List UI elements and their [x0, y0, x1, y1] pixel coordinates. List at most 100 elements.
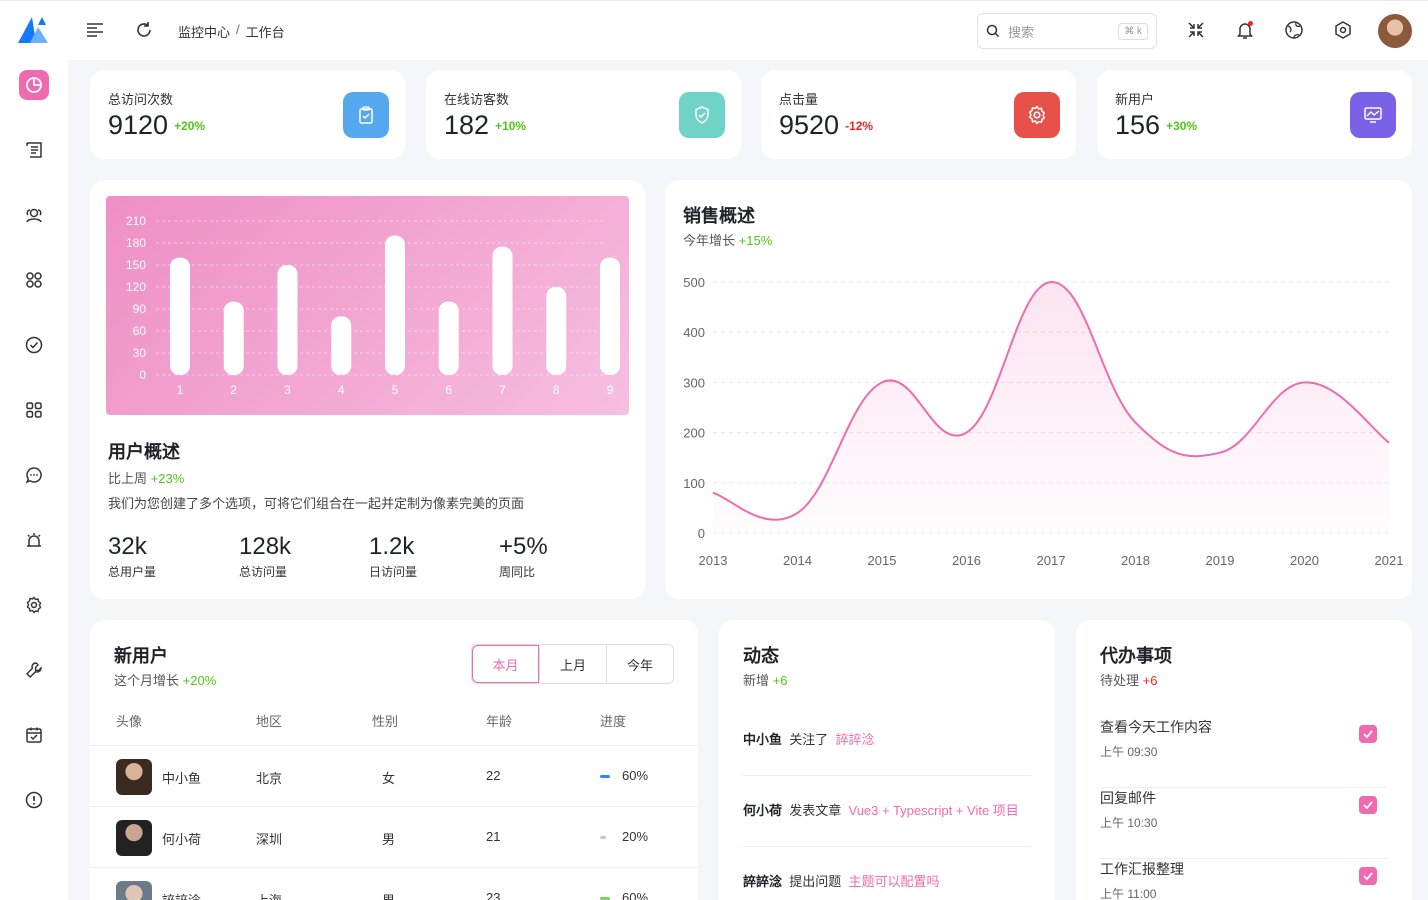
stat-value: 156 +30% [1115, 110, 1198, 140]
document-list-icon [26, 142, 42, 158]
sidebar-item-components[interactable] [19, 265, 49, 295]
y-tick-label: 0 [698, 526, 705, 541]
y-tick-label: 180 [126, 236, 146, 250]
stat-label: 新用户 [1115, 92, 1155, 107]
progress-bar [600, 775, 610, 778]
x-tick-label: 1 [177, 383, 184, 397]
todo-checkbox[interactable] [1359, 796, 1377, 814]
sidebar-item-alerts[interactable] [19, 525, 49, 555]
x-tick-label: 2021 [1375, 553, 1404, 568]
todo-checkbox[interactable] [1359, 725, 1377, 743]
bar [546, 287, 567, 375]
stat-value: 9120 +20% [108, 110, 206, 140]
table-row[interactable]: 何小荷 深圳 男 21 20% [90, 806, 698, 867]
stat-card-total-visits: 总访问次数 9120 +20% [90, 70, 405, 159]
user-region: 深圳 [256, 832, 283, 847]
bar [600, 257, 620, 375]
top-bar: 监控中心 / 工作台 搜索 ⌘ k [0, 0, 1428, 60]
search-icon [986, 24, 1000, 38]
search-box[interactable]: 搜索 ⌘ k [977, 13, 1157, 49]
new-users-card: 新用户 这个月增长 +20% 本月 上月 今年 头像 地区 性别 年龄 进度 中… [90, 620, 698, 900]
sidebar-item-settings[interactable] [19, 590, 49, 620]
todo-item-title: 工作汇报整理 [1100, 861, 1184, 877]
app-logo[interactable] [16, 15, 52, 45]
fullscreen-icon[interactable] [1185, 19, 1207, 41]
y-tick-label: 60 [133, 324, 147, 338]
table-row[interactable]: 中小鱼 北京 女 22 60% [90, 745, 698, 806]
activity-item[interactable]: 誶誶淰 提出问题 主题可以配置吗 [743, 871, 1031, 900]
column-header-avatar: 头像 [116, 714, 143, 729]
avatar [116, 759, 152, 795]
menu-toggle-icon[interactable] [84, 19, 106, 41]
bar [277, 265, 298, 375]
activity-item[interactable]: 中小鱼 关注了 誶誶淰 [743, 729, 1031, 776]
chat-bubble-icon [25, 467, 42, 484]
user-avatar[interactable] [1378, 14, 1412, 48]
settings-hexagon-icon[interactable] [1332, 19, 1354, 41]
user-name: 何小荷 [162, 832, 202, 847]
column-header-progress: 进度 [600, 714, 627, 729]
sidebar-item-articles[interactable] [19, 135, 49, 165]
sidebar-item-dashboard[interactable] [19, 70, 49, 100]
user-age: 22 [486, 768, 501, 783]
x-tick-label: 4 [338, 383, 345, 397]
y-tick-label: 0 [139, 368, 146, 382]
x-tick-label: 2016 [952, 553, 981, 568]
breadcrumb-item-monitor[interactable]: 监控中心 [178, 22, 230, 41]
sidebar-item-tools[interactable] [19, 655, 49, 685]
sidebar-item-calendar[interactable] [19, 720, 49, 750]
user-stat-total-users: 32k 总用户量 [108, 533, 157, 579]
column-header-gender: 性别 [372, 714, 399, 729]
breadcrumb-item-workbench: 工作台 [245, 25, 285, 40]
alarm-icon [27, 533, 41, 547]
check-icon [1363, 730, 1373, 739]
y-tick-label: 500 [683, 275, 705, 290]
y-tick-label: 400 [683, 325, 705, 340]
stat-delta: -12% [845, 119, 874, 133]
sidebar-item-tasks[interactable] [19, 330, 49, 360]
todo-checkbox[interactable] [1359, 867, 1377, 885]
gear-icon [26, 596, 42, 614]
sidebar-item-messages[interactable] [19, 460, 49, 490]
user-name: 中小鱼 [162, 771, 202, 786]
y-tick-label: 150 [126, 258, 146, 272]
tab-this-month[interactable]: 本月 [472, 645, 539, 683]
monitor-icon [1350, 92, 1396, 138]
avatar [116, 820, 152, 856]
x-tick-label: 8 [553, 383, 560, 397]
bar [170, 257, 190, 375]
y-tick-label: 200 [683, 426, 705, 441]
stat-value: 182 +10% [444, 110, 527, 140]
x-tick-label: 2015 [868, 553, 897, 568]
clipboard-check-icon [343, 92, 389, 138]
activity-item[interactable]: 何小荷 发表文章 Vue3 + Typescript + Vite 项目 [743, 800, 1031, 847]
sidebar-item-users[interactable] [19, 200, 49, 230]
stat-label: 在线访客数 [444, 92, 510, 107]
user-gender: 男 [382, 832, 396, 847]
y-tick-label: 120 [126, 280, 146, 294]
todo-item-time: 上午 10:30 [1100, 816, 1158, 830]
y-tick-label: 300 [683, 375, 705, 390]
progress-value: 20% [622, 829, 649, 844]
sidebar-item-apps[interactable] [19, 395, 49, 425]
stat-delta: +30% [1166, 119, 1198, 133]
x-tick-label: 2019 [1206, 553, 1235, 568]
language-globe-icon[interactable] [1283, 19, 1305, 41]
tab-this-year[interactable]: 今年 [606, 645, 673, 683]
x-tick-label: 6 [445, 383, 452, 397]
x-tick-label: 2018 [1121, 553, 1150, 568]
search-input[interactable]: 搜索 [1008, 22, 1118, 41]
sidebar-item-exceptions[interactable] [19, 785, 49, 815]
user-age: 21 [486, 829, 501, 844]
todo-item-title: 查看今天工作内容 [1100, 719, 1212, 735]
tab-last-month[interactable]: 上月 [539, 645, 606, 683]
notification-bell-icon[interactable] [1234, 19, 1256, 41]
new-users-subtitle: 这个月增长 +20% [114, 673, 217, 688]
bar [385, 235, 405, 375]
user-age: 23 [486, 890, 501, 900]
table-row[interactable]: 誶誶淰 上海 男 23 60% [90, 867, 698, 900]
x-tick-label: 2014 [783, 553, 812, 568]
progress-value: 60% [622, 768, 649, 783]
refresh-icon[interactable] [133, 19, 155, 41]
bar [438, 301, 459, 375]
